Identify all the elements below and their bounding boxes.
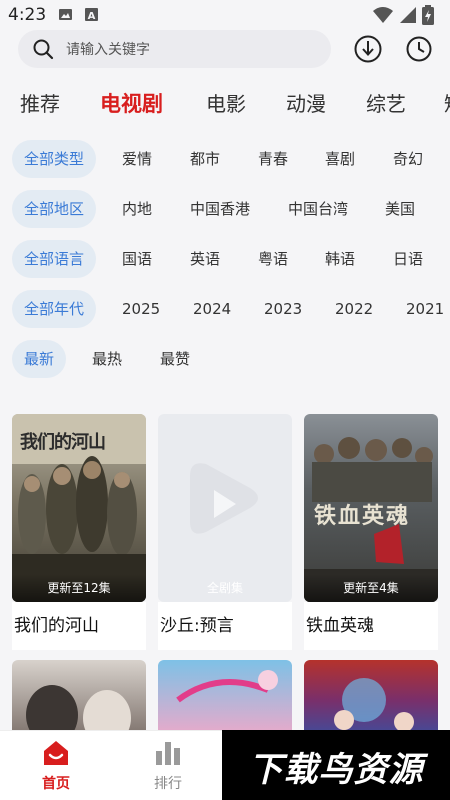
video-title: 我们的河山	[12, 602, 146, 650]
poster-image: 我们的河山 更新至12集	[12, 414, 146, 602]
poster-image	[12, 660, 146, 740]
tab-tv-series[interactable]: 电视剧	[100, 88, 163, 118]
filter-chip[interactable]: 2023	[264, 290, 302, 328]
filter-chip[interactable]: 全部类型	[12, 140, 97, 178]
filter-chip[interactable]: 美国	[385, 190, 415, 228]
filter-chip[interactable]: 国语	[122, 240, 152, 278]
battery-icon	[422, 5, 434, 25]
search-placeholder: 请输入关键字	[66, 42, 150, 58]
filter-row-sort: 最新 最热 最赞	[0, 340, 450, 378]
poster-artwork	[26, 685, 131, 740]
status-bar: 4:23 A	[0, 0, 450, 30]
app-notification-icon: A	[85, 8, 98, 22]
poster-title-text: 我们的河山	[20, 432, 106, 453]
search-bar[interactable]: 请输入关键字	[18, 30, 331, 68]
wifi-icon	[373, 7, 393, 23]
poster-placeholder: 全剧集	[158, 414, 292, 602]
video-card[interactable]	[12, 660, 146, 740]
filter-chip[interactable]: 内地	[122, 190, 152, 228]
poster-image	[158, 660, 292, 740]
filter-chip[interactable]: 青春	[258, 140, 288, 178]
filter-chip[interactable]: 粤语	[258, 240, 288, 278]
filter-chip[interactable]: 最赞	[160, 340, 190, 378]
filter-chip[interactable]: 奇幻	[393, 140, 423, 178]
filter-chip[interactable]: 都市	[190, 140, 220, 178]
video-title: 沙丘:预言	[158, 602, 292, 650]
video-card[interactable]: 全剧集 沙丘:预言	[158, 414, 292, 650]
tab-short[interactable]: 短	[444, 88, 450, 117]
history-clock-icon[interactable]	[404, 34, 434, 64]
signal-icon	[400, 7, 416, 23]
video-card[interactable]	[304, 660, 438, 740]
search-icon	[33, 39, 54, 60]
filter-row-type: 全部类型 爱情 都市 青春 喜剧 奇幻	[0, 140, 450, 178]
episode-badge: 全剧集	[206, 581, 243, 595]
poster-artwork	[176, 670, 278, 703]
nav-ranking[interactable]: 排行	[128, 731, 208, 800]
poster-image: 铁血英魂 更新至4集	[304, 414, 438, 602]
poster-artwork	[334, 678, 414, 732]
nav-home[interactable]: 首页	[16, 731, 96, 800]
home-icon	[44, 741, 68, 765]
episode-badge: 更新至12集	[12, 574, 146, 602]
category-tabs: 推荐 电视剧 电影 动漫 综艺 短	[0, 80, 450, 124]
nav-ranking-label: 排行	[154, 776, 182, 792]
video-card[interactable]: 铁血英魂 更新至4集 铁血英魂	[304, 414, 438, 650]
filter-chip[interactable]: 英语	[190, 240, 220, 278]
watermark-overlay: 下载鸟资源	[222, 730, 450, 800]
episode-badge: 更新至4集	[304, 574, 438, 602]
filter-row-region: 全部地区 内地 中国香港 中国台湾 美国	[0, 190, 450, 228]
filter-chip[interactable]: 全部语言	[12, 240, 97, 278]
filter-chip[interactable]: 2024	[193, 290, 231, 328]
filter-chip[interactable]: 日语	[393, 240, 423, 278]
video-card[interactable]: 我们的河山 更新至12集 我们的河山	[12, 414, 146, 650]
filter-chip[interactable]: 喜剧	[325, 140, 355, 178]
filter-chip[interactable]: 2025	[122, 290, 160, 328]
video-title: 铁血英魂	[304, 602, 438, 650]
filter-row-language: 全部语言 国语 英语 粤语 韩语 日语	[0, 240, 450, 278]
status-icons	[372, 5, 442, 25]
filter-chip[interactable]: 2022	[335, 290, 373, 328]
filter-chip[interactable]: 中国台湾	[288, 190, 348, 228]
download-icon[interactable]	[353, 34, 383, 64]
gallery-notification-icon	[59, 9, 72, 20]
tab-variety[interactable]: 综艺	[366, 88, 406, 117]
tab-movies[interactable]: 电影	[206, 88, 246, 117]
poster-image	[304, 660, 438, 740]
tab-anime[interactable]: 动漫	[286, 88, 326, 117]
filter-chip[interactable]: 全部年代	[12, 290, 97, 328]
filter-chip[interactable]: 2021	[406, 290, 444, 328]
filter-chip[interactable]: 爱情	[122, 140, 152, 178]
filter-chip[interactable]: 中国香港	[190, 190, 250, 228]
video-card[interactable]	[158, 660, 292, 740]
filter-chip[interactable]: 韩语	[325, 240, 355, 278]
status-time: 4:23	[8, 5, 47, 25]
watermark-text: 下载鸟资源	[248, 750, 424, 790]
svg-text:A: A	[88, 11, 96, 22]
filter-chip[interactable]: 最热	[92, 340, 122, 378]
filter-chip[interactable]: 全部地区	[12, 190, 97, 228]
filter-chip[interactable]: 最新	[12, 340, 67, 378]
poster-title-text: 铁血英魂	[314, 503, 411, 529]
ranking-bars-icon	[156, 742, 180, 765]
nav-home-label: 首页	[42, 776, 70, 792]
filter-row-year: 全部年代 2025 2024 2023 2022 2021	[0, 290, 450, 328]
tab-recommend[interactable]: 推荐	[20, 88, 60, 117]
